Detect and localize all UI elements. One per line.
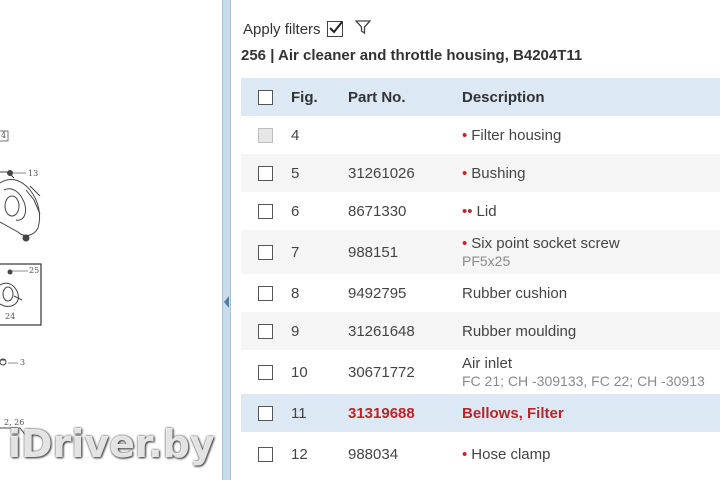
row-description-text: Bellows, Filter [462,404,564,422]
filter-funnel-icon[interactable] [354,19,372,40]
row-description: • Six point socket screw PF5x25 [462,230,720,274]
row-description: Air inlet FC 21; CH -309133, FC 22; CH -3… [462,350,720,394]
table-row[interactable]: 5 31261026 • Bushing [241,154,720,192]
col-part-no[interactable]: Part No. [348,78,462,116]
parts-table: Fig. Part No. Description 4 • Filter hous… [241,78,720,476]
row-checkbox[interactable] [258,446,273,462]
row-checkbox[interactable] [258,285,273,301]
col-description[interactable]: Description [462,78,720,116]
row-fig: 4 [291,126,300,144]
diagram-label-3: 3 [20,358,26,367]
row-fig: 6 [291,202,300,220]
group-title: 256 | Air cleaner and throttle housing, … [241,47,583,64]
diagram-label-24: 24 [5,312,16,321]
row-fig: 7 [291,243,300,261]
row-description-text: Rubber cushion [462,284,568,302]
row-part-no: 31319688 [348,404,415,422]
filter-bar: Apply filters [243,17,372,41]
table-row[interactable]: 8 9492795 Rubber cushion [241,274,720,312]
row-checkbox[interactable] [258,364,273,380]
row-description: Rubber moulding [462,312,720,350]
row-fig: 9 [291,322,300,340]
bullet-marker: •• [462,202,473,220]
table-row-selected[interactable]: 11 31319688 Bellows, Filter [241,394,720,432]
col-fig[interactable]: Fig. [291,78,348,116]
bullet-marker: • [462,445,468,463]
checkmark-icon [328,21,343,34]
row-description: Bellows, Filter [462,394,720,432]
row-checkbox[interactable] [258,244,273,260]
row-description: • Bushing [462,154,720,192]
row-part-no: 988151 [348,243,399,261]
select-all-cell [241,78,291,116]
row-checkbox[interactable] [258,165,273,181]
row-checkbox [258,127,273,143]
row-checkbox[interactable] [258,203,273,219]
row-description-text: Air inlet [462,355,513,372]
row-part-no: 988034 [348,445,399,463]
table-row[interactable]: 12 988034 • Hose clamp [241,432,720,476]
row-fig: 8 [291,284,300,302]
table-header: Fig. Part No. Description [241,78,720,116]
row-checkbox[interactable] [258,323,273,339]
row-description-text: Lid [476,202,497,220]
table-row[interactable]: 7 988151 • Six point socket screw PF5x25 [241,230,720,274]
bullet-marker: • [462,164,468,182]
row-fig: 12 [291,445,308,463]
row-description-text: Hose clamp [471,445,551,463]
row-part-no: 31261026 [348,164,415,182]
diagram-pane[interactable]: 4 13 25 24 3 2, 26 [0,0,222,480]
row-fig: 11 [291,404,307,422]
row-description-subtext: PF5x25 [462,253,511,269]
pane-splitter[interactable] [222,0,231,480]
row-description-text: Rubber moulding [462,322,577,340]
row-part-no: 8671330 [348,202,407,220]
watermark-text: iDriver.by [8,422,215,466]
select-all-checkbox[interactable] [258,89,273,105]
row-part-no: 9492795 [348,284,407,302]
table-row[interactable]: 6 8671330 •• Lid [241,192,720,230]
row-description: • Hose clamp [462,432,720,476]
table-row[interactable]: 9 31261648 Rubber moulding [241,312,720,350]
diagram-label-13: 13 [28,169,39,178]
row-description-text: Six point socket screw [471,235,620,252]
parts-pane: Apply filters 256 | Air cleaner and thro… [231,0,720,480]
bullet-marker: • [462,235,468,252]
table-row[interactable]: 4 • Filter housing [241,116,720,154]
exploded-diagram [0,130,42,437]
row-part-no: 30671772 [348,363,415,381]
collapse-left-icon[interactable] [224,296,229,308]
row-part-no: 31261648 [348,322,415,340]
diagram-label-25: 25 [29,266,40,275]
row-part-no [348,116,462,154]
row-description: Rubber cushion [462,274,720,312]
row-description: •• Lid [462,192,720,230]
row-fig: 5 [291,164,300,182]
row-description: • Filter housing [462,116,720,154]
row-fig: 10 [291,363,308,381]
row-checkbox[interactable] [258,405,273,421]
table-row[interactable]: 10 30671772 Air inlet FC 21; CH -309133, … [241,350,720,394]
row-description-subtext: FC 21; CH -309133, FC 22; CH -30913 [462,373,705,389]
apply-filters-label: Apply filters [243,20,321,38]
apply-filters-checkbox[interactable] [326,21,343,37]
diagram-label-4: 4 [1,131,7,140]
bullet-marker: • [462,126,468,144]
row-description-text: Filter housing [471,126,562,144]
row-description-text: Bushing [471,164,526,182]
